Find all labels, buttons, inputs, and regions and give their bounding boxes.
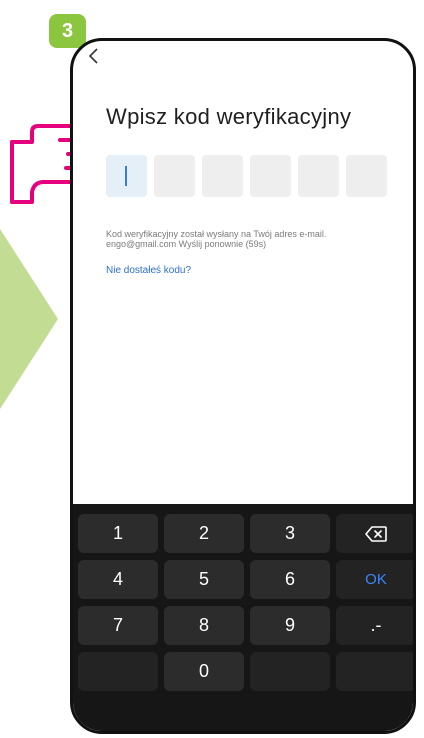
code-digit-box[interactable] <box>298 155 339 197</box>
code-digit-box[interactable] <box>106 155 147 197</box>
key-0[interactable]: 0 <box>164 652 244 691</box>
key-5[interactable]: 5 <box>164 560 244 599</box>
dot-dash-key[interactable]: .- <box>336 606 413 645</box>
backspace-key[interactable] <box>336 514 413 553</box>
code-digit-box[interactable] <box>154 155 195 197</box>
key-8[interactable]: 8 <box>164 606 244 645</box>
key-6[interactable]: 6 <box>250 560 330 599</box>
info-line-1: Kod weryfikacyjny został wysłany na Twój… <box>106 229 327 239</box>
no-code-link[interactable]: Nie dostałeś kodu? <box>106 265 191 276</box>
code-digit-box[interactable] <box>202 155 243 197</box>
phone-screen: Wpisz kod weryfikacyjny Kod weryfikacyjn… <box>70 38 416 734</box>
next-step-arrow-icon <box>0 229 58 409</box>
key-3[interactable]: 3 <box>250 514 330 553</box>
info-line-2: engo@gmail.com Wyślij ponownie (59s) <box>106 239 267 249</box>
text-caret <box>125 166 127 186</box>
key-9[interactable]: 9 <box>250 606 330 645</box>
key-4[interactable]: 4 <box>78 560 158 599</box>
key-2[interactable]: 2 <box>164 514 244 553</box>
empty-key-left <box>78 652 158 691</box>
verification-info-text: Kod weryfikacyjny został wysłany na Twój… <box>106 229 396 249</box>
code-digit-box[interactable] <box>250 155 291 197</box>
verification-code-input[interactable] <box>106 155 387 197</box>
ok-key[interactable]: OK <box>336 560 413 599</box>
key-7[interactable]: 7 <box>78 606 158 645</box>
key-1[interactable]: 1 <box>78 514 158 553</box>
back-arrow-icon[interactable] <box>87 47 101 65</box>
code-digit-box[interactable] <box>346 155 387 197</box>
empty-key-middle <box>250 652 330 691</box>
backspace-icon <box>365 525 387 542</box>
empty-key-right <box>336 652 413 691</box>
page-title: Wpisz kod weryfikacyjny <box>106 104 352 129</box>
step-number-badge: 3 <box>49 14 86 48</box>
numeric-keyboard: 1 2 3 4 5 6 OK 7 8 9 .- 0 <box>73 504 413 731</box>
